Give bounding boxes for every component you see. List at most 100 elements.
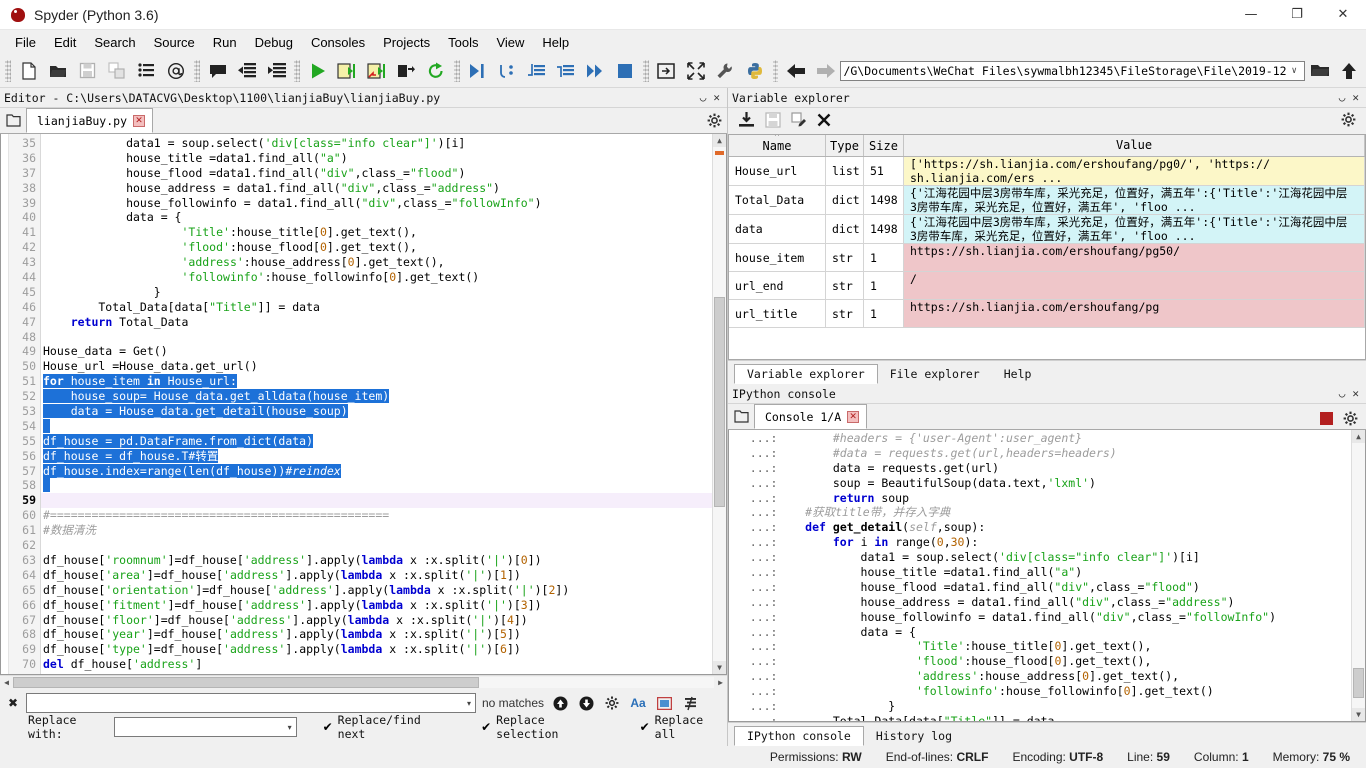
console-output[interactable]: ...: #headers = {'user-Agent':user_agent…: [728, 430, 1366, 722]
table-row[interactable]: url_title str 1 https://sh.lianjia.com/ersh…: [729, 300, 1365, 329]
variable-explorer-gear-icon[interactable]: [1341, 112, 1356, 130]
menu-edit[interactable]: Edit: [45, 33, 85, 52]
remove-all-variables-icon[interactable]: [817, 113, 831, 130]
step-over-icon[interactable]: [522, 56, 552, 86]
editor-tab-close-icon[interactable]: ✕: [133, 114, 146, 127]
close-pane-icon-console[interactable]: ✕: [1352, 388, 1359, 399]
code-line[interactable]: df_house['orientation']=df_house['addres…: [41, 583, 712, 598]
table-row[interactable]: House_url list 51 ['https://sh.lianjia.com/…: [729, 157, 1365, 187]
step-into-icon[interactable]: [492, 56, 522, 86]
save-file-icon[interactable]: [73, 56, 103, 86]
editor-hscroll-track[interactable]: [13, 676, 714, 688]
browse-directory-icon[interactable]: [1305, 56, 1335, 86]
comment-icon[interactable]: [203, 56, 233, 86]
console-tab-close-icon[interactable]: ✕: [847, 410, 860, 423]
table-row[interactable]: data dict 1498 {'江海花园中层3房带车库，采光充足，位置好，满五年':…: [729, 215, 1365, 245]
replace-find-next-button[interactable]: ✔ Replace/find next: [317, 713, 448, 741]
python-path-icon[interactable]: [740, 56, 770, 86]
code-line[interactable]: data1 = soup.select('div[class="info cle…: [41, 136, 712, 151]
code-line[interactable]: return Total_Data: [41, 315, 712, 330]
debug-file-icon[interactable]: [463, 56, 493, 86]
toolbar-grip-6[interactable]: [772, 59, 779, 82]
back-arrow-icon[interactable]: [781, 56, 811, 86]
console-scroll-up-icon[interactable]: ▲: [1352, 430, 1365, 443]
menu-debug[interactable]: Debug: [246, 33, 302, 52]
indent-icon[interactable]: [262, 56, 292, 86]
new-file-icon[interactable]: [14, 56, 44, 86]
minimize-button[interactable]: —: [1228, 0, 1274, 30]
rerun-icon[interactable]: [421, 56, 451, 86]
replace-selection-button[interactable]: ✔ Replace selection: [475, 713, 606, 741]
save-all-icon[interactable]: [102, 56, 132, 86]
code-line[interactable]: 'followinfo':house_followinfo[0].get_tex…: [41, 270, 712, 285]
code-line[interactable]: Total_Data[data["Title"]] = data: [41, 300, 712, 315]
toolbar-grip-4[interactable]: [453, 59, 460, 82]
console-scroll-down-icon[interactable]: ▼: [1352, 708, 1365, 721]
run-file-icon[interactable]: [303, 56, 333, 86]
search-input[interactable]: ▾: [26, 693, 476, 713]
code-line[interactable]: 'Title':house_title[0].get_text(),: [41, 225, 712, 240]
regex-icon[interactable]: [680, 693, 700, 713]
close-button[interactable]: ✕: [1320, 0, 1366, 30]
column-header-type[interactable]: Type: [826, 135, 864, 156]
code-text-area[interactable]: data1 = soup.select('div[class="info cle…: [41, 134, 712, 674]
menu-source[interactable]: Source: [145, 33, 204, 52]
undock-icon-console[interactable]: ◡: [1339, 388, 1346, 399]
save-data-icon[interactable]: [765, 111, 781, 131]
close-pane-icon-ve[interactable]: ✕: [1352, 92, 1359, 103]
continue-icon[interactable]: [581, 56, 611, 86]
code-line[interactable]: df_house['floor']=df_house['address'].ap…: [41, 613, 712, 628]
console-scroll-thumb[interactable]: [1353, 668, 1364, 698]
table-row[interactable]: url_end str 1/: [729, 272, 1365, 301]
code-line[interactable]: house_title =data1.find_all("a"): [41, 151, 712, 166]
console-text[interactable]: ...: #headers = {'user-Agent':user_agent…: [729, 430, 1351, 721]
search-text-field[interactable]: [31, 696, 461, 710]
menu-view[interactable]: View: [487, 33, 533, 52]
find-symbol-icon[interactable]: [161, 56, 191, 86]
stop-debug-icon[interactable]: [610, 56, 640, 86]
code-line[interactable]: df_house['roomnum']=df_house['address'].…: [41, 553, 712, 568]
chevron-down-icon[interactable]: ∨: [1287, 66, 1302, 76]
code-line[interactable]: [41, 330, 712, 345]
browse-tabs-icon[interactable]: [0, 108, 26, 133]
console-scroll-track[interactable]: [1352, 443, 1365, 708]
menu-consoles[interactable]: Consoles: [302, 33, 374, 52]
code-line[interactable]: house_flood =data1.find_all("div",class_…: [41, 166, 712, 181]
code-line[interactable]: for house_item in House_url:: [41, 374, 712, 389]
table-row[interactable]: Total_Data dict 1498 {'江海花园中层3房带车库，采光充足，位置好…: [729, 186, 1365, 216]
scroll-right-icon[interactable]: ▶: [714, 676, 727, 689]
parent-directory-icon[interactable]: [1334, 56, 1364, 86]
code-line[interactable]: [41, 478, 712, 493]
code-line[interactable]: data = {: [41, 210, 712, 225]
outline-list-icon[interactable]: [132, 56, 162, 86]
browse-consoles-icon[interactable]: [728, 404, 754, 429]
variable-table[interactable]: ⌃ Name Type Size Value House_url list 51 ['…: [728, 134, 1366, 360]
run-selection-icon[interactable]: [392, 56, 422, 86]
code-line[interactable]: df_house['fitment']=df_house['address'].…: [41, 598, 712, 613]
toolbar-grip-2[interactable]: [193, 59, 200, 82]
step-return-icon[interactable]: [551, 56, 581, 86]
code-line[interactable]: 'address':house_address[0].get_text(),: [41, 255, 712, 270]
console-tab-1a[interactable]: Console 1/A ✕: [754, 404, 868, 429]
find-next-icon[interactable]: [576, 693, 596, 713]
stop-kernel-icon[interactable]: [1320, 412, 1333, 428]
code-line[interactable]: house_soup= House_data.get_alldata(house…: [41, 389, 712, 404]
column-header-value[interactable]: Value: [904, 135, 1365, 156]
run-cell-advance-icon[interactable]: [362, 56, 392, 86]
code-line[interactable]: #数据清洗: [41, 523, 712, 538]
editor-hscroll-thumb[interactable]: [13, 676, 479, 688]
replace-all-button[interactable]: ✔ Replace all: [634, 713, 727, 741]
column-header-size[interactable]: Size: [864, 135, 904, 156]
table-row[interactable]: house_item str 1 https://sh.lianjia.com/ers…: [729, 244, 1365, 273]
replace-text-field[interactable]: [119, 720, 282, 734]
unindent-icon[interactable]: [232, 56, 262, 86]
code-line[interactable]: [41, 418, 712, 434]
code-line[interactable]: 'flood':house_flood[0].get_text(),: [41, 240, 712, 255]
console-options-gear-icon[interactable]: [1343, 411, 1358, 429]
code-line[interactable]: df_house.index=range(len(df_house))#rein…: [41, 463, 712, 479]
close-pane-icon[interactable]: ✕: [713, 92, 720, 103]
console-vertical-scrollbar[interactable]: ▲ ▼: [1351, 430, 1365, 721]
menu-search[interactable]: Search: [85, 33, 144, 52]
code-line[interactable]: [41, 538, 712, 553]
editor-vertical-scrollbar[interactable]: ▲ ▼: [712, 134, 726, 674]
